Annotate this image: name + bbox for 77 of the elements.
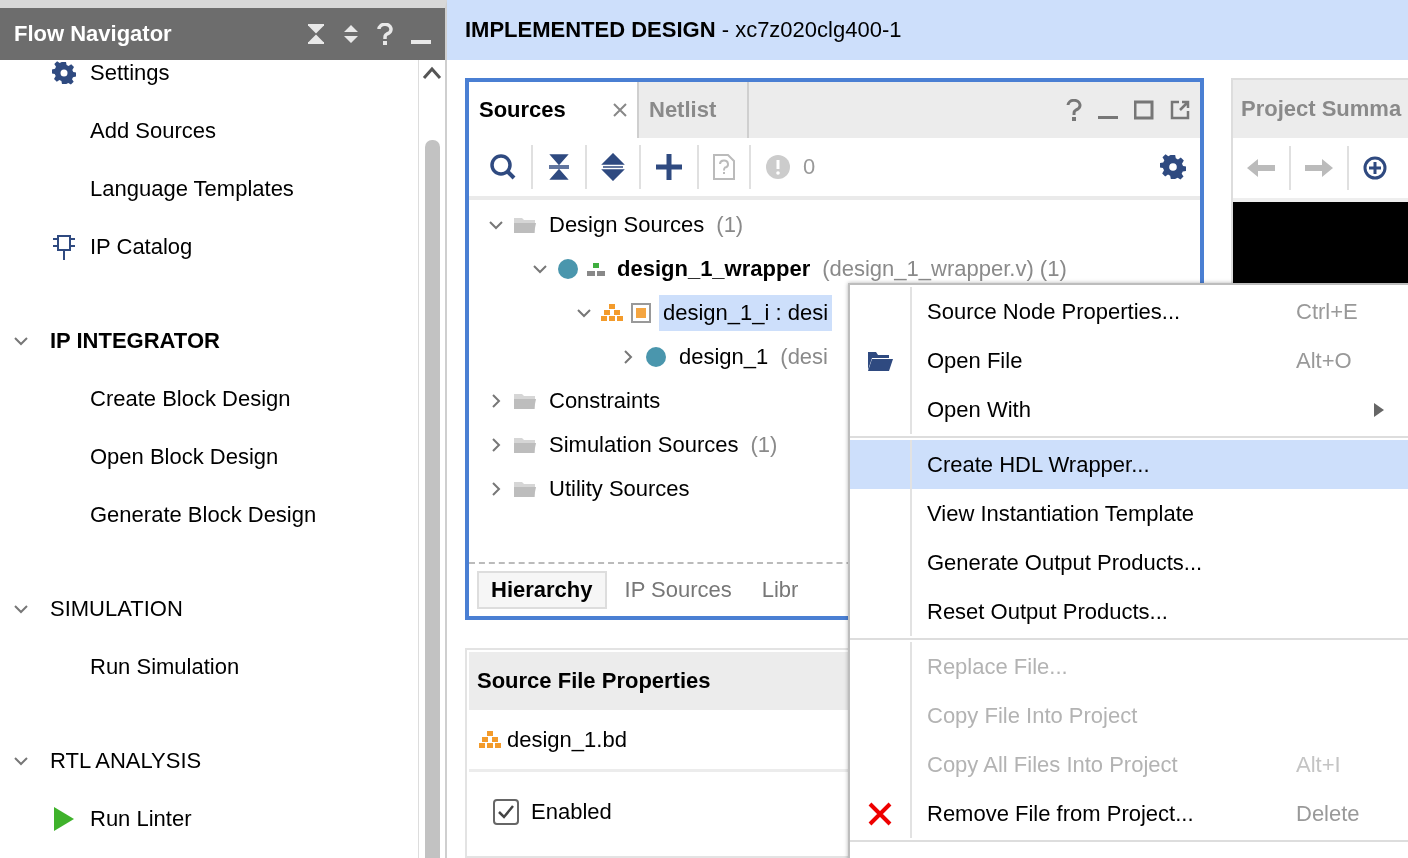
zoom-in-icon[interactable]: [1363, 156, 1387, 180]
menu-item[interactable]: Open With: [850, 385, 1408, 434]
menu-item[interactable]: View Instantiation Template: [850, 489, 1408, 538]
settings-icon: [52, 60, 76, 86]
scroll-up-icon[interactable]: [422, 66, 442, 80]
item-detail: (design_1_wrapper.v) (1): [822, 256, 1067, 282]
plus-icon[interactable]: [655, 153, 683, 181]
help-icon[interactable]: [377, 23, 393, 45]
navigator-item[interactable]: Run Linter: [0, 790, 418, 848]
status-dot-icon: [645, 346, 667, 368]
folder-icon: [867, 349, 893, 372]
expand-all-icon[interactable]: [343, 24, 359, 44]
checkbox-label: Enabled: [531, 799, 612, 825]
view-tab[interactable]: Libr: [749, 571, 811, 609]
close-icon[interactable]: [613, 103, 627, 117]
navigator-item[interactable]: Generate Block Design: [0, 486, 418, 544]
scrollbar-thumb[interactable]: [424, 140, 440, 858]
tree-item[interactable]: Constraints: [545, 383, 665, 419]
item-detail: (1): [716, 212, 744, 238]
shortcut-text: Alt+I: [1296, 751, 1341, 778]
panel-title: Flow Navigator: [14, 21, 173, 47]
navigator-item[interactable]: Create Block Design: [0, 370, 418, 428]
navigator-item[interactable]: Run Simulation: [0, 638, 418, 696]
menu-item[interactable]: Create HDL Wrapper...: [850, 440, 1408, 489]
tree-item[interactable]: Design Sources: [545, 207, 709, 243]
block-diagram-icon: [479, 730, 501, 749]
submenu-arrow-icon: [1374, 402, 1384, 417]
folder-icon: [513, 479, 537, 499]
view-tab[interactable]: Hierarchy: [477, 571, 607, 609]
item-detail: (1): [750, 432, 778, 458]
check-icon: [497, 804, 515, 820]
menu-item[interactable]: Source Node Properties... Ctrl+E: [850, 287, 1408, 336]
shortcut-text: Alt+O: [1296, 347, 1352, 374]
tree-item[interactable]: design_1_i : desi: [659, 295, 833, 331]
design-title: IMPLEMENTED DESIGN - xc7z020clg400-1: [465, 17, 902, 43]
expand-all-icon[interactable]: [601, 153, 625, 181]
file-name: design_1.bd: [507, 726, 627, 753]
item-detail: (desi: [780, 344, 828, 370]
checkbox[interactable]: [493, 799, 519, 825]
navigator-item[interactable]: Add Sources: [0, 102, 418, 160]
tree-item[interactable]: design_1: [675, 339, 773, 375]
navigator-item[interactable]: Open Block Design: [0, 428, 418, 486]
tree-item[interactable]: design_1_wrapper: [613, 251, 815, 287]
folder-icon: [513, 435, 537, 455]
menu-item[interactable]: Remove File from Project... Delete: [850, 789, 1408, 838]
panel-title: Project Summa: [1233, 80, 1408, 138]
section-header[interactable]: IP INTEGRATOR: [0, 312, 418, 370]
tree-item[interactable]: Simulation Sources: [545, 427, 743, 463]
status-dot-icon: [557, 258, 579, 280]
menu-item[interactable]: Open File Alt+O: [850, 336, 1408, 385]
close-icon: [867, 800, 893, 827]
float-icon[interactable]: [1170, 100, 1190, 120]
navigator-item[interactable]: IP Catalog: [0, 218, 418, 276]
block-diagram-icon: [601, 304, 623, 322]
menu-item[interactable]: Generate Output Products...: [850, 538, 1408, 587]
settings-icon: [1160, 154, 1186, 180]
panel-tab[interactable]: Sources: [469, 82, 639, 138]
navigator-item[interactable]: Language Templates: [0, 160, 418, 218]
section-header[interactable]: RTL ANALYSIS: [0, 732, 418, 790]
ip-block-icon: [52, 233, 76, 261]
shortcut-text: Delete: [1296, 800, 1360, 827]
block-icon: [631, 303, 651, 323]
section-header[interactable]: SIMULATION: [0, 580, 418, 638]
menu-item[interactable]: Reset Output Products...: [850, 587, 1408, 636]
search-icon[interactable]: [489, 153, 517, 181]
collapse-all-icon[interactable]: [547, 153, 571, 181]
folder-icon: [513, 391, 537, 411]
view-tab[interactable]: IP Sources: [612, 571, 744, 609]
hierarchy-icon: [587, 261, 605, 277]
tree-item[interactable]: Utility Sources: [545, 471, 694, 507]
navigator-item[interactable]: Settings: [0, 60, 418, 102]
play-icon: [53, 807, 75, 831]
help-icon[interactable]: [1066, 99, 1082, 121]
shortcut-text: Ctrl+E: [1296, 298, 1358, 325]
folder-icon: [513, 215, 537, 235]
maximize-icon[interactable]: [1134, 100, 1154, 120]
message-count: 0: [803, 154, 816, 180]
